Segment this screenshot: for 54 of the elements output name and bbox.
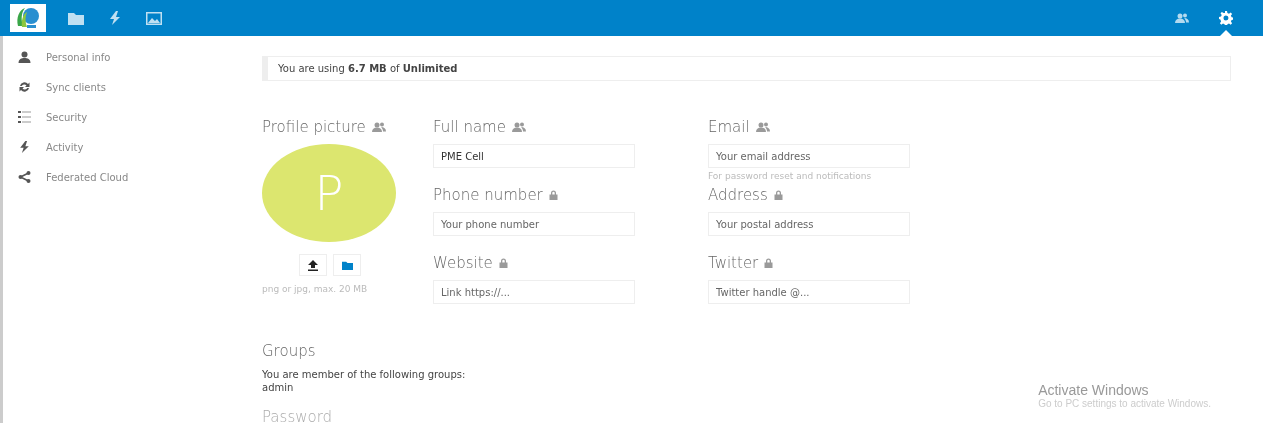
contacts-icon[interactable] [511,122,526,132]
field-label: Twitter [708,254,759,272]
group-name: admin [262,381,294,394]
lock-icon[interactable] [764,258,774,268]
sidebar-item[interactable]: Federated Cloud [3,162,245,192]
input-field[interactable]: Your postal address [708,212,910,236]
field-label: Phone number [433,186,543,204]
lightning-icon [18,141,31,153]
sidebar-item[interactable]: Personal info [3,42,245,72]
field-label: Website [433,254,493,272]
contacts-icon[interactable] [1175,13,1189,23]
upload-hint: png or jpg, max. 20 MB [262,284,369,294]
sidebar-item[interactable]: Sync clients [3,72,245,102]
sidebar-item[interactable]: Security [3,102,245,132]
contacts-icon[interactable] [755,122,770,132]
sidebar-label: Activity [46,141,84,153]
sidebar-label: Sync clients [46,81,106,93]
active-indicator [1220,30,1232,36]
sync-icon [18,81,31,93]
input-field[interactable]: PME Cell [433,144,635,168]
field-label: Address [708,186,768,204]
sidebar-label: Federated Cloud [46,171,129,183]
list-icon [18,111,31,123]
sidebar-label: Personal info [46,51,111,63]
field-hint: For password reset and notifications [708,171,873,181]
section-heading: Password [262,408,333,423]
input-field[interactable]: Link https://... [433,280,635,304]
input-field[interactable]: Your email address [708,144,910,168]
upload-icon [308,259,318,271]
lightning-icon[interactable] [109,11,121,25]
folder-icon [341,260,353,270]
share-icon [18,171,31,183]
folder-icon[interactable] [68,11,84,25]
person-icon [18,51,31,63]
quota-bar: You are using 6.7 MB of Unlimited [262,56,1231,81]
section-heading: Groups [262,342,316,360]
avatar: P [262,144,396,242]
field-label: Profile picture [262,118,366,136]
image-icon[interactable] [146,11,162,25]
lock-icon[interactable] [548,190,558,200]
activation-title: Activate Windows [1038,382,1150,398]
field-label: Full name [433,118,506,136]
lock-icon[interactable] [498,258,508,268]
field-label: Email [708,118,750,136]
lock-icon[interactable] [773,190,783,200]
sidebar-item[interactable]: Activity [3,132,245,162]
contacts-icon[interactable] [371,122,386,132]
upload-button[interactable] [299,254,327,276]
settings-icon[interactable] [1219,11,1233,25]
folder-button[interactable] [333,254,361,276]
sidebar-label: Security [46,111,88,123]
groups-text: You are member of the following groups: [262,368,466,381]
input-field[interactable]: Your phone number [433,212,635,236]
input-field[interactable]: Twitter handle @... [708,280,910,304]
